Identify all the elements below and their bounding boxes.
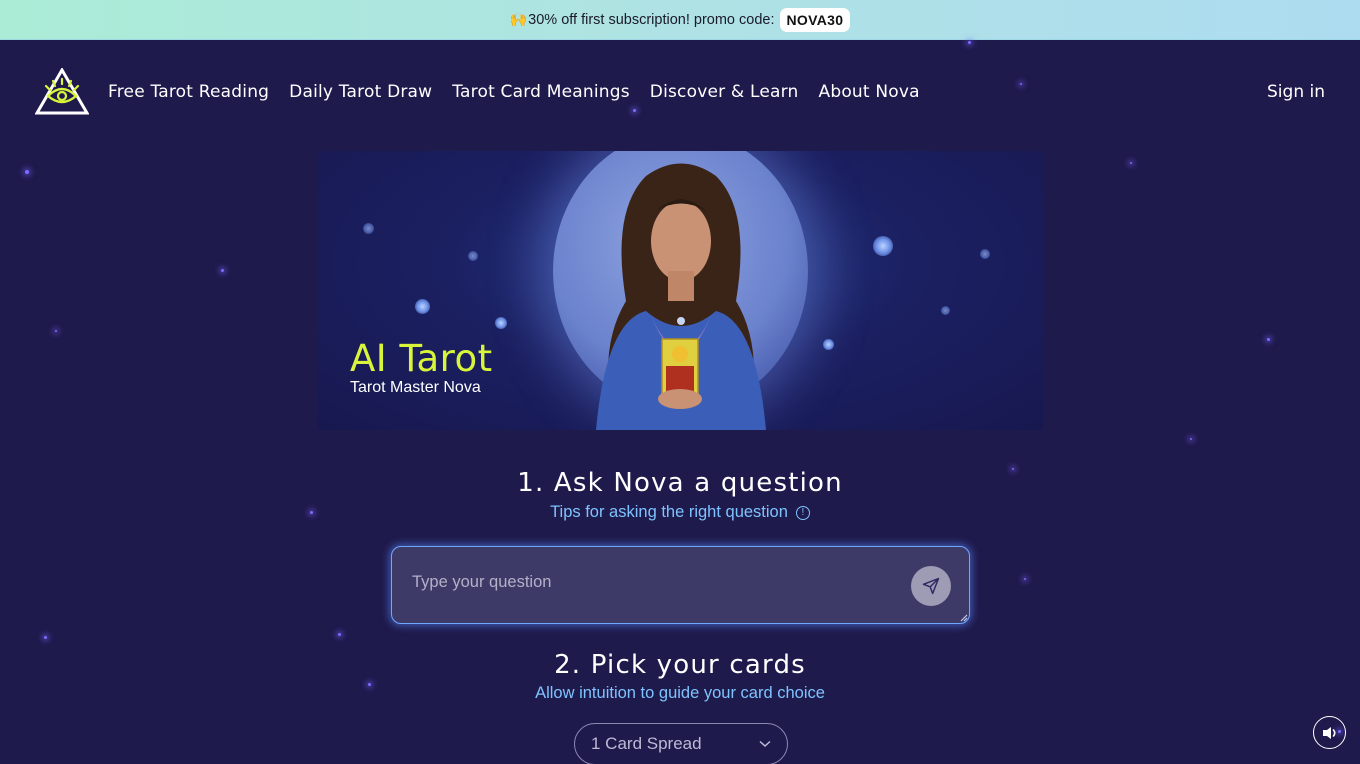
star xyxy=(338,633,341,636)
sound-toggle-button[interactable] xyxy=(1313,716,1346,749)
glowing-orb xyxy=(495,317,507,329)
chevron-down-icon xyxy=(759,740,771,748)
promo-message: 30% off first subscription! promo code: xyxy=(528,11,775,28)
glowing-orb xyxy=(415,299,430,314)
glowing-orb xyxy=(980,249,990,259)
nav-discover-learn[interactable]: Discover & Learn xyxy=(650,82,799,102)
promo-text-wrap: 🙌 30% off first subscription! promo code… xyxy=(509,7,851,32)
top-navigation: Free Tarot Reading Daily Tarot Draw Taro… xyxy=(0,40,1360,150)
star xyxy=(55,330,57,332)
resize-handle[interactable] xyxy=(960,614,968,622)
hero-subtitle: Tarot Master Nova xyxy=(350,379,481,396)
speaker-icon xyxy=(1322,726,1336,739)
star xyxy=(44,636,47,639)
glowing-orb xyxy=(363,223,374,234)
star xyxy=(1267,338,1270,341)
eye-triangle-logo[interactable] xyxy=(34,67,90,116)
question-input[interactable] xyxy=(412,571,892,593)
info-icon: ! xyxy=(795,505,810,520)
step2-title: 2. Pick your cards xyxy=(554,650,806,680)
nav-free-tarot-reading[interactable]: Free Tarot Reading xyxy=(108,82,269,102)
promo-code-badge[interactable]: NOVA30 xyxy=(779,7,851,32)
step1-title: 1. Ask Nova a question xyxy=(517,468,843,498)
tips-link[interactable]: Tips for asking the right question ! xyxy=(550,503,810,522)
spread-selected-value: 1 Card Spread xyxy=(591,734,702,753)
hero-banner: AI Tarot Tarot Master Nova xyxy=(318,151,1043,430)
spread-select[interactable]: 1 Card Spread xyxy=(574,723,788,764)
hero-title: AI Tarot xyxy=(350,337,493,380)
send-button[interactable] xyxy=(911,566,951,606)
nav-daily-tarot-draw[interactable]: Daily Tarot Draw xyxy=(289,82,432,102)
celebrate-icon: 🙌 xyxy=(509,11,528,27)
star xyxy=(221,269,224,272)
glowing-orb xyxy=(873,236,893,256)
tips-label: Tips for asking the right question xyxy=(550,503,788,521)
question-box xyxy=(391,546,970,624)
send-icon xyxy=(922,577,940,595)
sign-in-link[interactable]: Sign in xyxy=(1267,82,1325,102)
glowing-orb xyxy=(941,306,950,315)
star xyxy=(25,170,29,174)
glowing-orb xyxy=(823,339,834,350)
promo-banner: 🙌 30% off first subscription! promo code… xyxy=(0,0,1360,40)
nav-tarot-card-meanings[interactable]: Tarot Card Meanings xyxy=(452,82,630,102)
step1-tips-row: Tips for asking the right question ! xyxy=(0,503,1360,522)
glowing-orb xyxy=(468,251,478,261)
nav-about-nova[interactable]: About Nova xyxy=(819,82,920,102)
star xyxy=(1130,162,1132,164)
star xyxy=(1024,578,1026,580)
step2-subtitle: Allow intuition to guide your card choic… xyxy=(535,684,825,702)
tarot-reader-figure xyxy=(596,163,766,430)
star xyxy=(1190,438,1192,440)
nav-links: Free Tarot Reading Daily Tarot Draw Taro… xyxy=(108,82,920,102)
